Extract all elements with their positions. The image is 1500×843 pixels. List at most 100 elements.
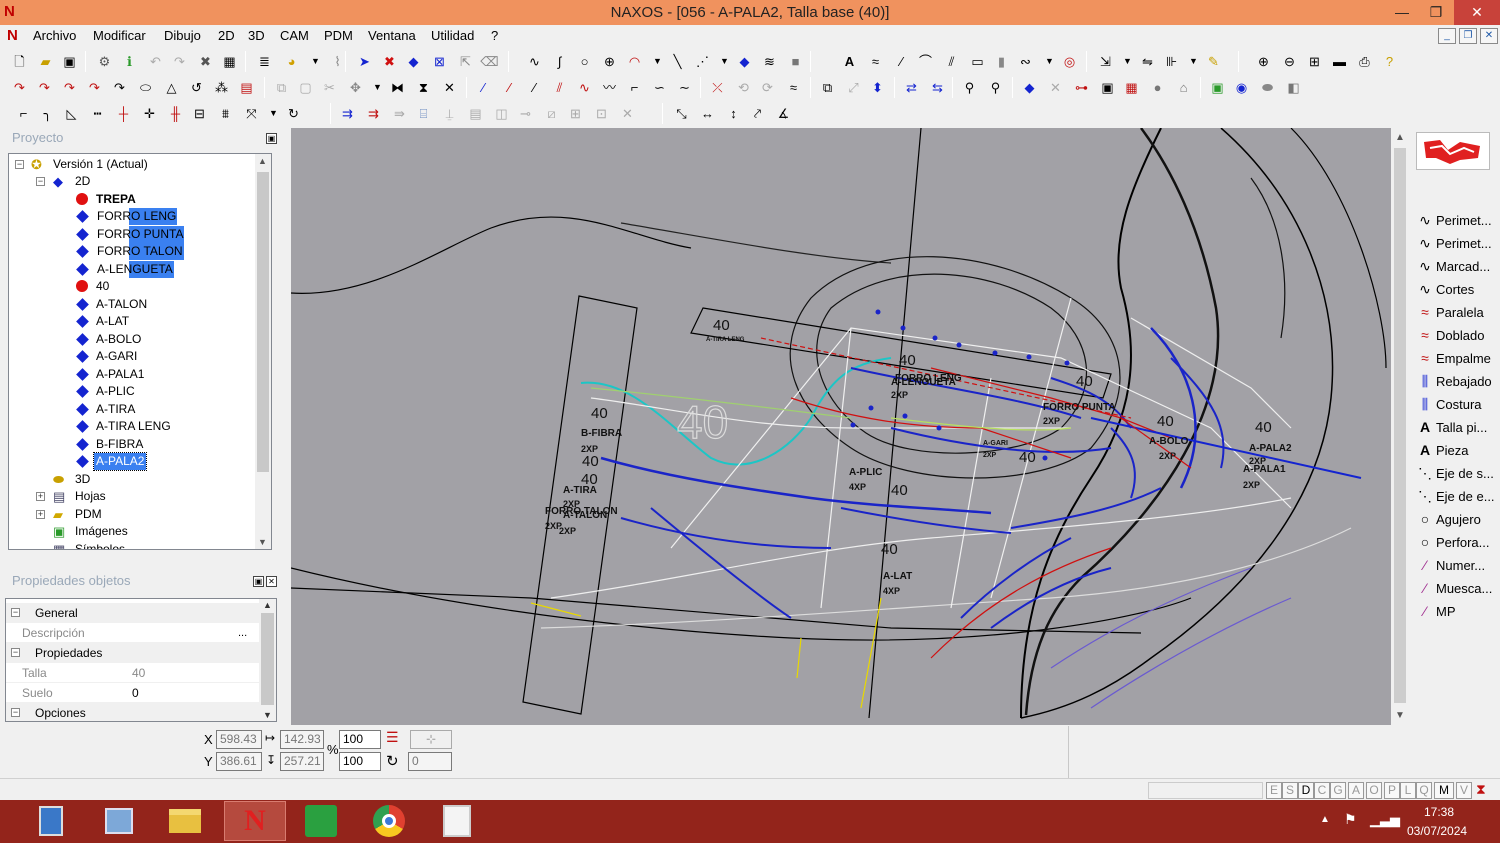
tool-size-text[interactable]: A Talla pi... bbox=[1414, 416, 1500, 438]
open-folder-icon[interactable]: ▰ bbox=[36, 52, 55, 71]
collapse-icon[interactable]: − bbox=[11, 608, 20, 617]
tool-perimeter-1[interactable]: ∿ Perimet... bbox=[1414, 209, 1500, 231]
flag-icon[interactable]: ⚑ bbox=[1344, 811, 1357, 828]
mirror-icon[interactable]: ⇋ bbox=[1138, 52, 1157, 71]
naxos-status-icon[interactable]: ⧗ bbox=[1476, 781, 1486, 798]
tree-node-simbolos[interactable]: ▦ Símbolos bbox=[9, 541, 249, 549]
trim-icon[interactable]: ✕ bbox=[440, 78, 459, 97]
status-c[interactable]: C bbox=[1314, 782, 1330, 799]
eraser-icon[interactable]: ⌫ bbox=[480, 52, 499, 71]
scroll-up-icon[interactable]: ▲ bbox=[1395, 132, 1405, 143]
dimension-icon[interactable]: ⤡ bbox=[672, 104, 691, 123]
clock-date[interactable]: 03/07/2024 bbox=[1407, 824, 1467, 838]
chamfer-icon[interactable]: ◺ bbox=[62, 104, 81, 123]
close-button[interactable]: ✕ bbox=[1454, 0, 1500, 25]
mdi-restore-button[interactable]: ❐ bbox=[1459, 28, 1477, 44]
house-icon[interactable]: ⌂ bbox=[1174, 78, 1193, 97]
path-arrow-icon[interactable]: ⇛ bbox=[390, 104, 409, 123]
expand-icon[interactable]: + bbox=[36, 492, 45, 501]
menu-utilidad[interactable]: Utilidad bbox=[431, 28, 474, 43]
drawing-canvas[interactable]: 40 40 40 40 40 40 40 40 40 40 40 40 A-TI… bbox=[291, 128, 1391, 725]
scroll-thumb[interactable] bbox=[257, 172, 269, 472]
arrows-icon[interactable]: ⤧ bbox=[242, 104, 261, 123]
ruler-icon[interactable]: ▬ bbox=[1330, 52, 1349, 71]
collapse-icon[interactable]: − bbox=[15, 160, 24, 169]
triangle-icon[interactable]: △ bbox=[162, 78, 181, 97]
property-category-opciones[interactable]: − Opciones bbox=[6, 703, 259, 721]
spline-icon[interactable]: ∿ bbox=[525, 52, 544, 71]
clock-time[interactable]: 17:38 bbox=[1424, 805, 1454, 819]
extend-icon[interactable]: ⁄ bbox=[525, 78, 544, 97]
tool-axis[interactable]: ⋱ Eje de e... bbox=[1414, 485, 1500, 507]
draw-line-icon[interactable]: ⁄ bbox=[892, 52, 911, 71]
stack-icon[interactable]: ◧ bbox=[1284, 78, 1303, 97]
tool-seam[interactable]: ⫼ Costura bbox=[1414, 393, 1500, 415]
status-p[interactable]: P bbox=[1384, 782, 1400, 799]
settings-gear-icon[interactable]: ⚙ bbox=[95, 52, 114, 71]
info-icon[interactable]: ℹ bbox=[120, 52, 139, 71]
arc-icon[interactable]: ◠ bbox=[625, 52, 644, 71]
wave-icon[interactable]: ≈ bbox=[866, 52, 885, 71]
calculator-icon[interactable] bbox=[20, 801, 82, 841]
table-icon[interactable]: ▤ bbox=[237, 78, 256, 97]
scroll-thumb[interactable] bbox=[261, 613, 274, 705]
points-icon[interactable]: ⁂ bbox=[212, 78, 231, 97]
text-icon[interactable]: A bbox=[840, 52, 859, 71]
band-icon[interactable]: ▤ bbox=[466, 104, 485, 123]
cylinder-icon[interactable]: ⌸ bbox=[414, 104, 433, 123]
restore-button[interactable]: ❐ bbox=[1419, 0, 1453, 25]
status-d[interactable]: D bbox=[1298, 782, 1314, 799]
scroll-up-icon[interactable]: ▲ bbox=[258, 156, 267, 166]
redo-icon[interactable]: ↷ bbox=[170, 52, 189, 71]
restore-panel-icon[interactable]: ▣ bbox=[253, 576, 264, 587]
tree-node-forro-leng[interactable]: FORRO LENG bbox=[9, 208, 249, 225]
naxos-icon[interactable]: N bbox=[224, 801, 286, 841]
dropdown-arrow-icon[interactable]: ▼ bbox=[1118, 52, 1137, 71]
dashed-line-icon[interactable]: ┅ bbox=[88, 104, 107, 123]
zoom-out-icon[interactable]: ⊖ bbox=[1280, 52, 1299, 71]
flip-vertical-icon[interactable]: ⧗ bbox=[414, 78, 433, 97]
layers-icon[interactable]: ≣ bbox=[255, 52, 274, 71]
cut-icon[interactable]: ✂ bbox=[320, 78, 339, 97]
circle-icon[interactable]: ○ bbox=[575, 52, 594, 71]
magnify-minus-icon[interactable]: ⚲ bbox=[986, 78, 1005, 97]
tree-node-3d[interactable]: ⬬ 3D bbox=[9, 471, 249, 488]
list-icon[interactable]: ☰ bbox=[386, 729, 399, 746]
curve-icon[interactable]: ∫ bbox=[550, 52, 569, 71]
tree-node-pdm[interactable]: + ▰ PDM bbox=[9, 506, 249, 523]
double-notch-icon[interactable]: ╫ bbox=[166, 104, 185, 123]
smooth-icon[interactable]: 〰 bbox=[600, 78, 619, 97]
rotate-icon[interactable]: ↻ bbox=[386, 752, 399, 770]
explorer-icon[interactable] bbox=[88, 801, 150, 841]
presentation-icon[interactable] bbox=[426, 801, 488, 841]
distort-icon[interactable]: ⩩ bbox=[216, 104, 235, 123]
tool-symmetry-axis[interactable]: ⋱ Eje de s... bbox=[1414, 462, 1500, 484]
crosshair-icon[interactable]: ⊕ bbox=[600, 52, 619, 71]
arc-tool-icon[interactable]: ↷ bbox=[35, 78, 54, 97]
rotate-icon[interactable]: ⟲ bbox=[734, 78, 753, 97]
tree-node-trepa[interactable]: TREPA bbox=[9, 191, 249, 208]
status-a[interactable]: A bbox=[1348, 782, 1364, 799]
globe-icon[interactable]: ◉ bbox=[1232, 78, 1251, 97]
new-file-icon[interactable]: 🗋 bbox=[10, 52, 29, 71]
tool-notch[interactable]: ⁄ Muesca... bbox=[1414, 577, 1500, 599]
up-down-icon[interactable]: ⬍ bbox=[868, 78, 887, 97]
dropdown-arrow-icon[interactable]: ▼ bbox=[1040, 52, 1059, 71]
pointer-icon[interactable]: ⇱ bbox=[456, 52, 475, 71]
curve-tool-icon[interactable]: ∾ bbox=[1016, 52, 1035, 71]
status-e[interactable]: E bbox=[1266, 782, 1282, 799]
status-o[interactable]: O bbox=[1366, 782, 1382, 799]
menu-help[interactable]: ? bbox=[491, 28, 498, 43]
collapse-icon[interactable]: − bbox=[11, 648, 20, 657]
line-icon[interactable]: ╲ bbox=[668, 52, 687, 71]
tree-node-a-tira[interactable]: A-TIRA bbox=[9, 401, 249, 418]
ellipsis-button[interactable]: ... bbox=[238, 623, 247, 643]
print-icon[interactable]: ⎙ bbox=[1355, 52, 1374, 71]
tree-scrollbar[interactable]: ▲ ▼ bbox=[255, 154, 271, 549]
tree-node-a-plic[interactable]: A-PLIC bbox=[9, 383, 249, 400]
arc-tool-icon[interactable]: ↷ bbox=[60, 78, 79, 97]
node-remove-icon[interactable]: ✕ bbox=[1046, 78, 1065, 97]
vertical-dim-icon[interactable]: ↕ bbox=[724, 104, 743, 123]
naxos-menu-icon[interactable]: N bbox=[7, 27, 18, 44]
grade-icon[interactable]: ⊪ bbox=[1162, 52, 1181, 71]
